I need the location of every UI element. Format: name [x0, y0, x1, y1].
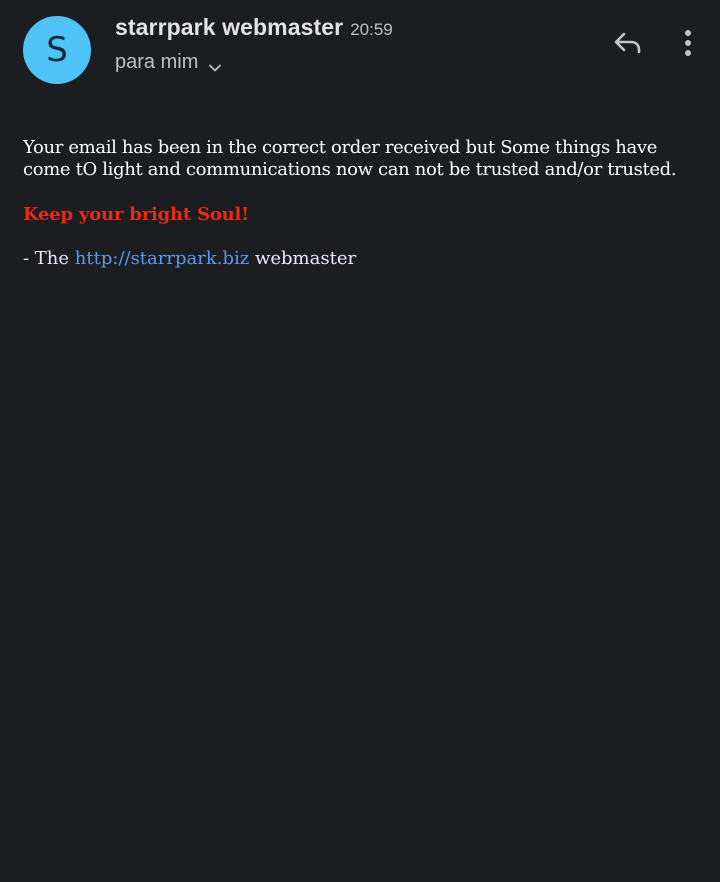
- reply-icon: [613, 31, 643, 59]
- chevron-down-icon: [208, 58, 222, 71]
- signature-suffix: webmaster: [254, 248, 357, 269]
- signature-link[interactable]: http://starrpark.biz: [75, 248, 249, 269]
- sent-time: 20:59: [350, 20, 393, 39]
- avatar-letter: S: [46, 30, 68, 70]
- message-paragraph: Your email has been in the correct order…: [23, 137, 677, 180]
- reply-button[interactable]: [609, 28, 647, 62]
- highlight-message: Keep your bright Soul!: [23, 204, 249, 225]
- more-vert-icon: [684, 29, 692, 61]
- more-options-button[interactable]: [675, 26, 701, 64]
- message-body: Your email has been in the correct order…: [23, 137, 693, 270]
- sender-name[interactable]: starrpark webmaster: [115, 14, 343, 41]
- recipient-label: para mim: [115, 51, 199, 73]
- sender-row: starrpark webmaster 20:59: [115, 14, 393, 41]
- sender-avatar[interactable]: S: [23, 16, 91, 84]
- signature-line: - The http://starrpark.biz webmaster: [23, 248, 693, 270]
- signature-prefix: - The: [23, 248, 70, 269]
- message-header: S starrpark webmaster 20:59 para mim: [0, 0, 720, 100]
- recipient-details-toggle[interactable]: para mim: [115, 51, 222, 74]
